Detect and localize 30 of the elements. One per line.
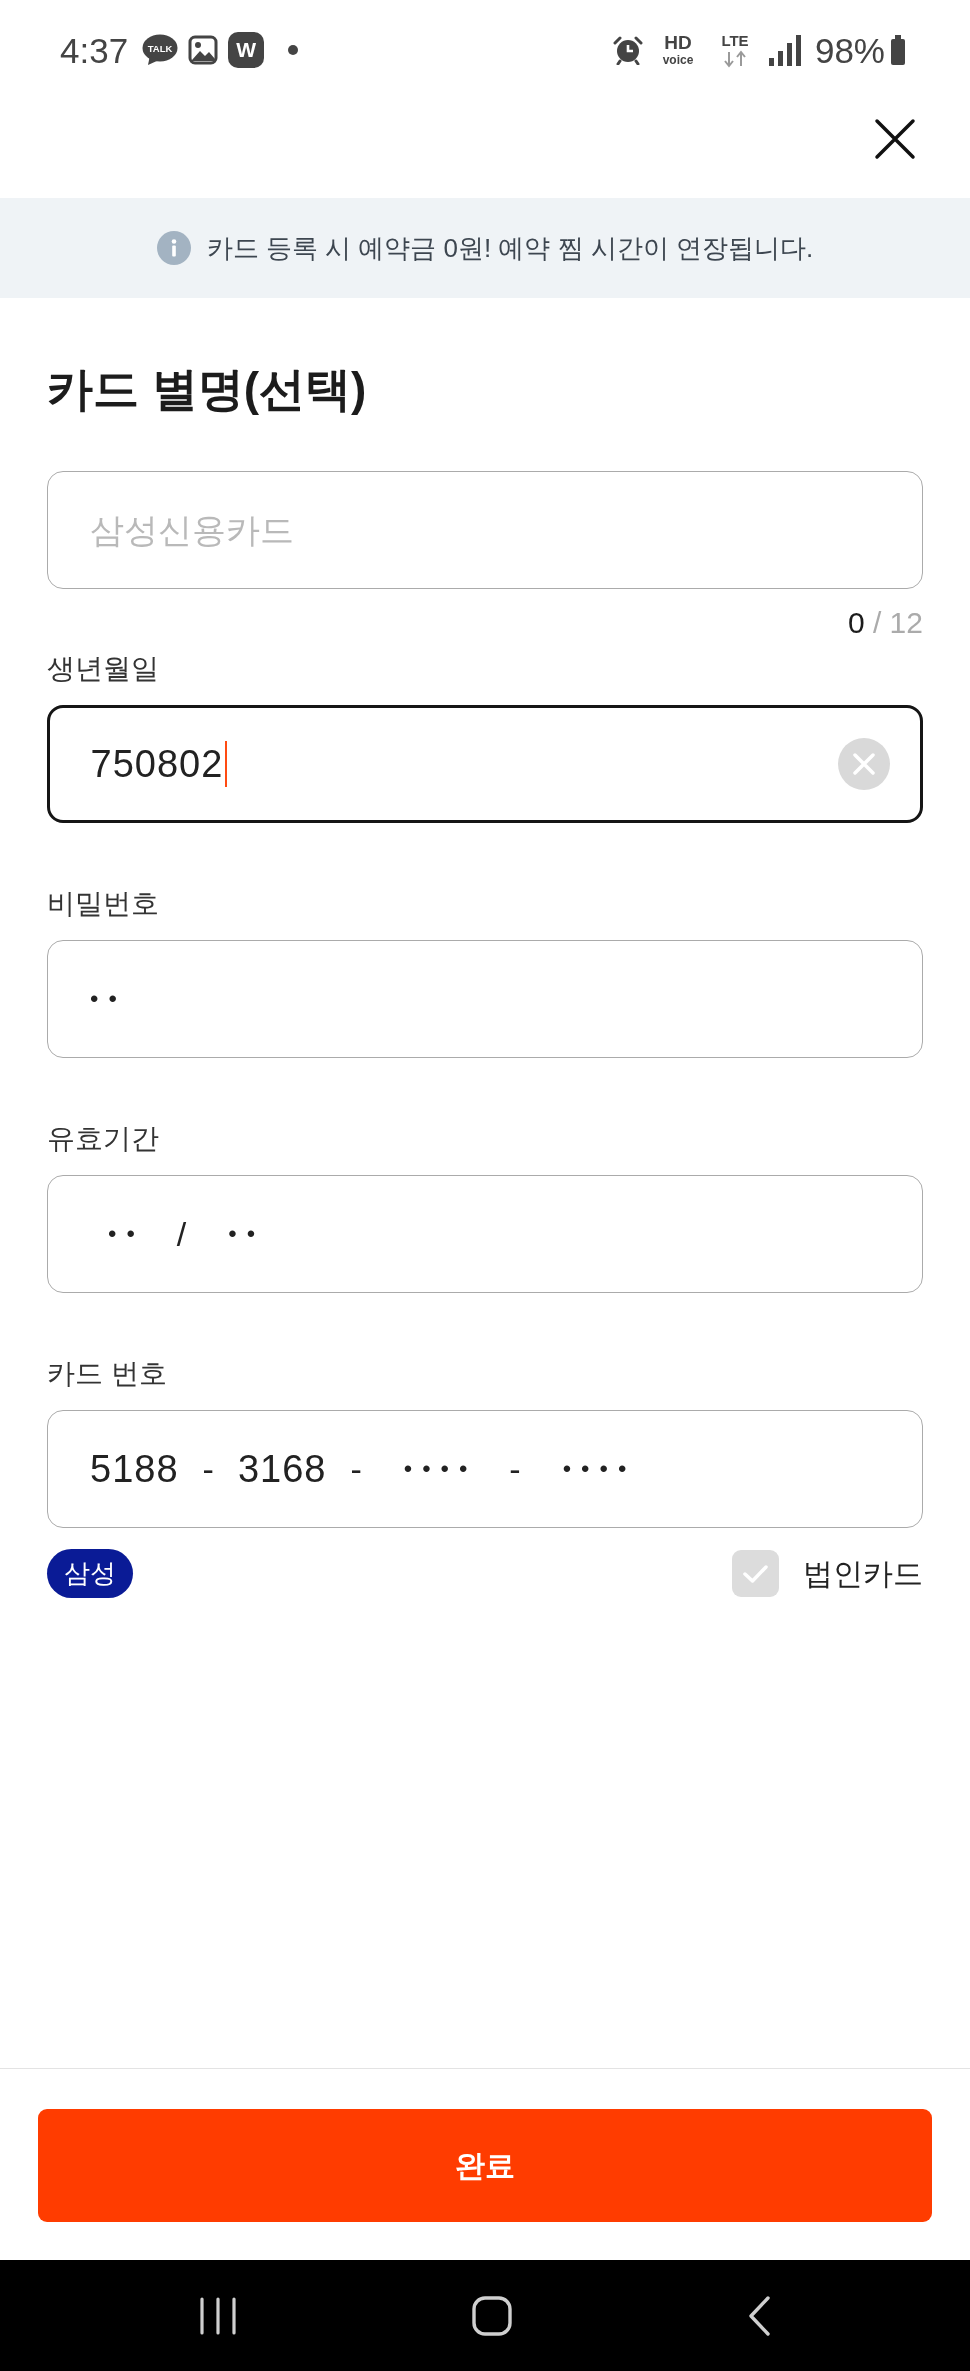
field-label: 비밀번호 xyxy=(47,887,160,921)
field-label: 유효기간 xyxy=(47,1122,160,1156)
alarm-clock-icon xyxy=(612,35,643,65)
text-cursor-icon xyxy=(225,741,228,787)
close-icon[interactable] xyxy=(874,118,916,160)
submit-button[interactable]: 완료 xyxy=(38,2109,932,2222)
battery-icon xyxy=(890,35,906,65)
home-icon[interactable] xyxy=(472,2295,512,2336)
section-title: 카드 별명(선택) xyxy=(47,362,368,417)
field-label: 카드 번호 xyxy=(47,1357,168,1391)
notice-text: 카드 등록 시 예약금 0원! 예약 찜 시간이 연장됩니다. xyxy=(206,231,814,265)
character-counter: 0 / 12 xyxy=(847,606,923,639)
hd-voice-icon: HD voice xyxy=(653,32,702,68)
checkbox[interactable] xyxy=(732,1550,779,1597)
battery-percentage: 98% xyxy=(814,32,885,68)
app-icon: W xyxy=(228,32,265,68)
field-label: 생년월일 xyxy=(47,652,160,686)
issuer-badge: 삼성 xyxy=(47,1549,133,1598)
clock-time: 4:37 xyxy=(60,32,129,68)
recent-apps-icon[interactable] xyxy=(199,2296,237,2335)
back-icon[interactable] xyxy=(747,2295,771,2336)
checkbox-label: 법인카드 xyxy=(803,1556,923,1592)
dot-icon xyxy=(288,45,299,55)
input-field[interactable]: 750802 xyxy=(47,705,923,823)
image-icon xyxy=(188,35,219,65)
input-field[interactable]: 5188 - 3168 - •••• - •••• xyxy=(47,1410,923,1528)
input-field[interactable]: •• xyxy=(47,940,923,1058)
signal-icon xyxy=(767,34,804,66)
info-icon xyxy=(156,231,191,265)
input-field[interactable]: •• / •• xyxy=(47,1175,923,1293)
